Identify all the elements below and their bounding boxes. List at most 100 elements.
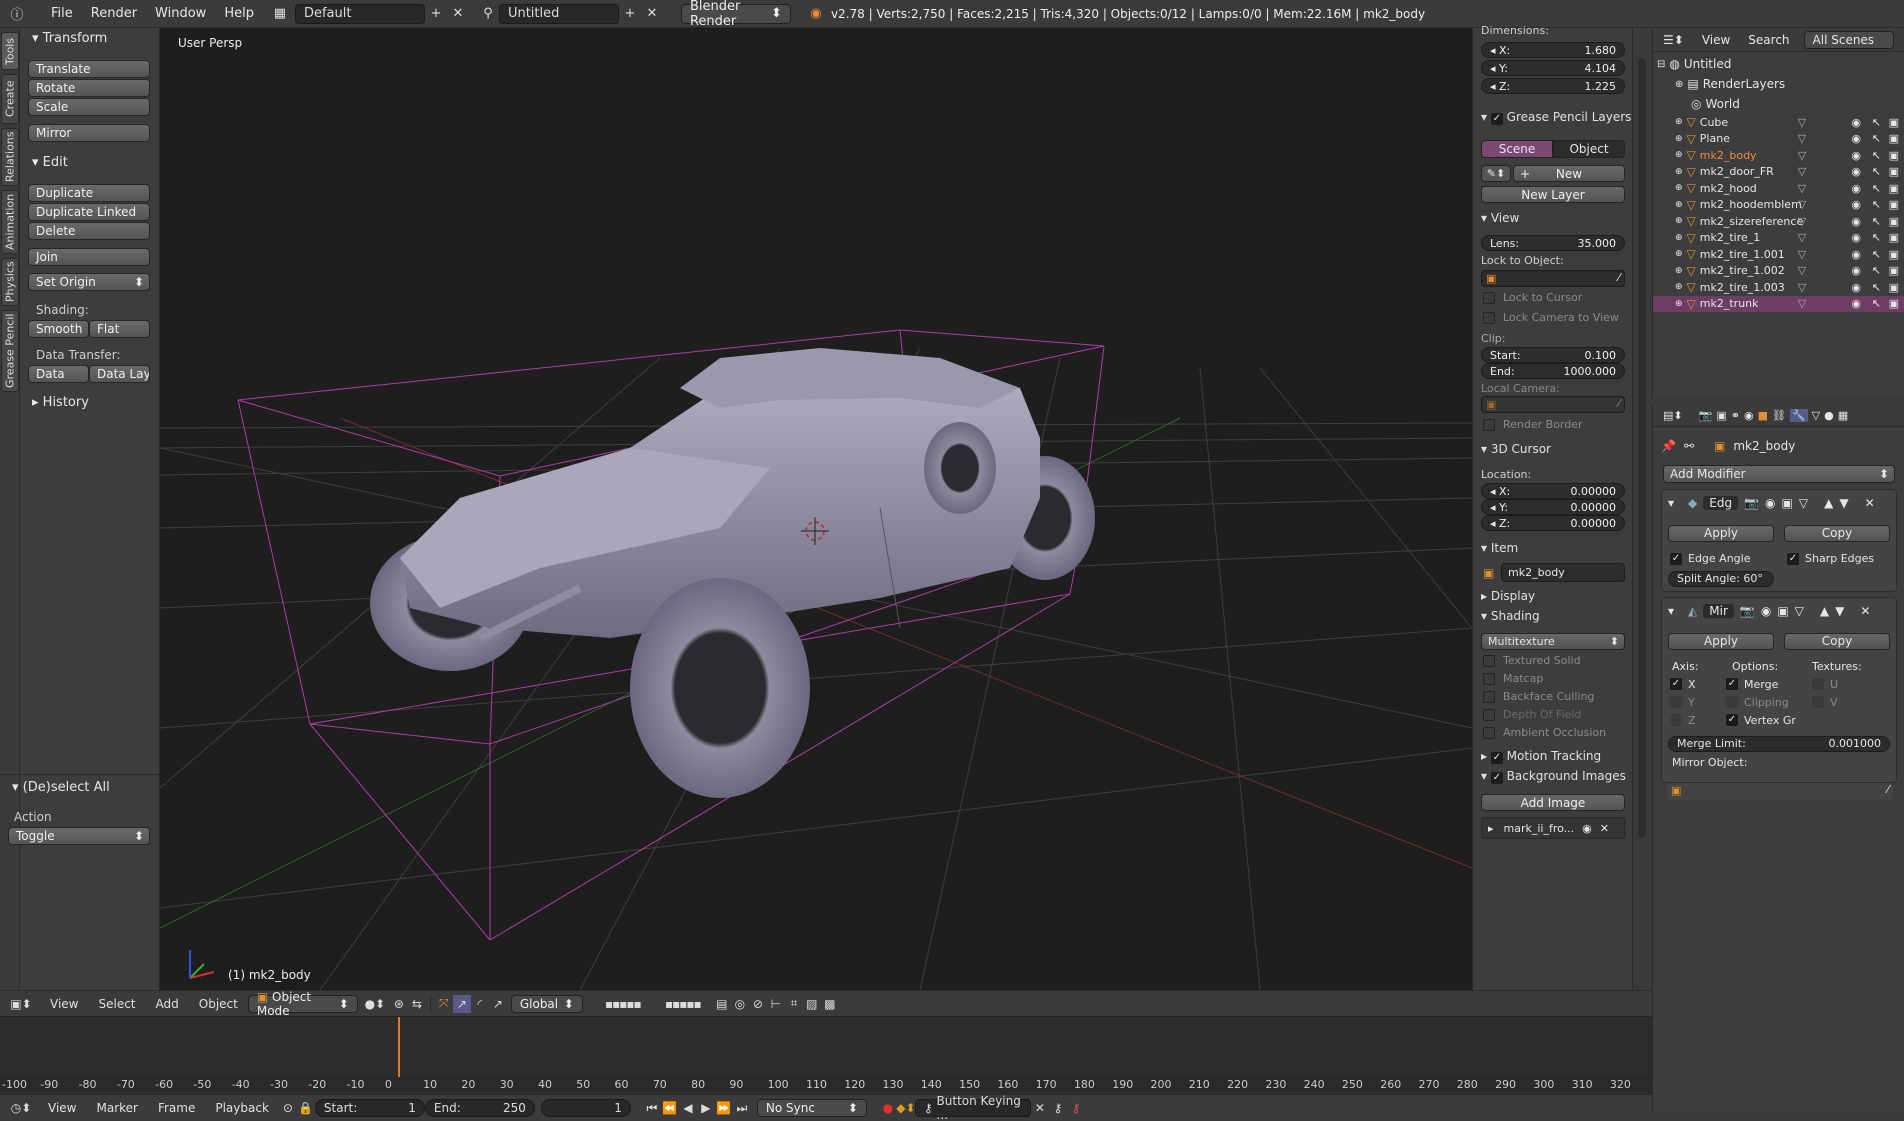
outliner-root-row[interactable]: ⊟ ◍ Untitled xyxy=(1653,54,1904,74)
timeline-view-menu[interactable]: View xyxy=(38,1101,86,1115)
tab-tools[interactable]: Tools xyxy=(1,32,19,70)
lock-to-cursor-checkbox[interactable] xyxy=(1483,292,1495,304)
selectable-cursor-icon[interactable]: ↖ xyxy=(1872,297,1881,310)
play-icon[interactable]: ▶ xyxy=(697,1099,715,1117)
editmode-toggle-icon[interactable]: ▣ xyxy=(1777,604,1788,618)
merge-option[interactable]: ✓ Merge xyxy=(1726,678,1778,691)
axis-x-option[interactable]: ✓ X xyxy=(1670,678,1696,691)
playback-menu[interactable]: Playback xyxy=(205,1101,279,1115)
world-tab-icon[interactable]: ◉ xyxy=(1744,409,1754,422)
expand-arrow-icon[interactable]: ▸ xyxy=(1488,822,1494,835)
renderable-camera-icon[interactable]: ▣ xyxy=(1889,165,1899,178)
modifier-name-field[interactable]: Mir xyxy=(1703,604,1734,618)
axis-z-option[interactable]: Z xyxy=(1670,714,1696,727)
expand-icon[interactable]: ⊕ xyxy=(1675,150,1683,160)
expand-icon[interactable]: ⊕ xyxy=(1675,200,1683,210)
menu-render[interactable]: Render xyxy=(82,6,146,21)
sharp-edges-option[interactable]: ✓ Sharp Edges xyxy=(1787,552,1874,565)
pencil-icon[interactable]: ✎⬍ xyxy=(1481,165,1511,182)
data-button[interactable]: Data xyxy=(28,365,89,383)
checkbox-checked-icon[interactable]: ✓ xyxy=(1490,772,1503,784)
history-section-header[interactable]: ▸ History xyxy=(32,395,89,410)
motion-tracking-header[interactable]: ▸ ✓ Motion Tracking xyxy=(1481,749,1601,764)
dimension-x-field[interactable]: ◂ X: 1.680 xyxy=(1481,42,1625,58)
visibility-eye-icon[interactable]: ◉ xyxy=(1851,215,1861,228)
close-icon[interactable]: ✕ xyxy=(1600,822,1609,835)
merge-limit-field[interactable]: Merge Limit: 0.001000 xyxy=(1668,736,1890,752)
viewport-shading-icon[interactable]: ●⬍ xyxy=(365,995,386,1013)
cursor-x-field[interactable]: ◂ X: 0.00000 xyxy=(1481,483,1625,499)
outliner-object-row[interactable]: ⊕ ▽ mk2_hood ▽ ◉ ↖ ▣ xyxy=(1653,180,1904,196)
remove-scene-icon[interactable]: ✕ xyxy=(641,4,663,24)
background-image-row[interactable]: ▸ mark_ii_fro... ◉ ✕ xyxy=(1481,817,1625,839)
expand-icon[interactable]: ⊕ xyxy=(1675,216,1683,226)
renderable-camera-icon[interactable]: ▣ xyxy=(1889,116,1899,129)
jump-end-icon[interactable]: ⏭ xyxy=(733,1099,751,1117)
expand-icon[interactable]: ⊕ xyxy=(1675,249,1683,259)
object-menu[interactable]: Object xyxy=(189,997,248,1011)
collapse-icon[interactable]: ⊟ xyxy=(1657,59,1665,70)
render-toggle-icon[interactable]: 📷 xyxy=(1740,604,1755,618)
shading-section-header[interactable]: ▾ Shading xyxy=(1481,609,1540,623)
scene-tab-icon[interactable]: ⚭ xyxy=(1731,409,1740,422)
layout-field[interactable]: Default xyxy=(294,3,425,24)
menu-file[interactable]: File xyxy=(42,6,82,21)
outliner-object-row[interactable]: ⊕ ▽ Cube ▽ ◉ ↖ ▣ xyxy=(1653,114,1904,130)
depth-of-field-checkbox[interactable] xyxy=(1483,709,1495,721)
outliner-object-row[interactable]: ⊕ ▽ mk2_tire_1.003 ▽ ◉ ↖ ▣ xyxy=(1653,279,1904,295)
end-frame-field[interactable]: End: 250 xyxy=(424,1099,535,1117)
renderable-camera-icon[interactable]: ▣ xyxy=(1889,248,1899,261)
clear-keying-icon[interactable]: ✕ xyxy=(1031,1099,1049,1117)
prev-keyframe-icon[interactable]: ⏪ xyxy=(661,1099,679,1117)
outliner-object-row[interactable]: ⊕ ▽ mk2_trunk ▽ ◉ ↖ ▣ xyxy=(1653,295,1904,312)
eyedropper-icon[interactable]: ⁄ xyxy=(1618,397,1620,410)
outliner-object-row[interactable]: ⊕ ▽ mk2_tire_1 ▽ ◉ ↖ ▣ xyxy=(1653,230,1904,246)
3d-cursor-section-header[interactable]: ▾ 3D Cursor xyxy=(1481,442,1551,456)
move-down-icon[interactable]: ▼ xyxy=(1839,496,1848,510)
duplicate-button[interactable]: Duplicate xyxy=(28,184,150,202)
expand-icon[interactable]: ⊕ xyxy=(1675,266,1683,276)
render-toggle-icon[interactable]: 📷 xyxy=(1744,496,1759,510)
selectable-cursor-icon[interactable]: ↖ xyxy=(1872,248,1881,261)
checkbox-icon[interactable] xyxy=(1726,696,1738,708)
collapse-arrow-icon[interactable]: ▾ xyxy=(1668,496,1674,510)
add-scene-icon[interactable]: + xyxy=(619,4,641,24)
visibility-eye-icon[interactable]: ◉ xyxy=(1851,297,1861,310)
jump-start-icon[interactable]: ⏮ xyxy=(643,1099,661,1117)
edge-angle-option[interactable]: ✓ Edge Angle xyxy=(1670,552,1750,565)
sync-dropdown[interactable]: No Sync ⬍ xyxy=(756,1099,867,1117)
pivot-icon[interactable]: ⊛ xyxy=(390,995,408,1013)
checkbox-icon[interactable] xyxy=(1812,696,1824,708)
remove-modifier-icon[interactable]: ✕ xyxy=(1865,496,1875,510)
rotate-manipulator-icon[interactable]: ↗ xyxy=(452,994,471,1013)
orientation-dropdown[interactable]: Global ⬍ xyxy=(510,994,583,1013)
clip-start-field[interactable]: Start: 0.100 xyxy=(1481,347,1625,363)
visibility-eye-icon[interactable]: ◉ xyxy=(1851,264,1861,277)
scale-button[interactable]: Scale xyxy=(28,98,150,116)
record-icon[interactable]: ● xyxy=(879,1099,897,1117)
cursor-y-field[interactable]: ◂ Y: 0.00000 xyxy=(1481,499,1625,515)
outliner-object-row[interactable]: ⊕ ▽ mk2_hoodemblem ▽ ◉ ↖ ▣ xyxy=(1653,197,1904,213)
apply-button[interactable]: Apply xyxy=(1668,525,1774,542)
insert-keyframe-icon[interactable]: ⚷ xyxy=(1049,1099,1067,1117)
checkbox-checked-icon[interactable]: ✓ xyxy=(1670,678,1682,690)
backface-culling-checkbox[interactable] xyxy=(1483,691,1495,703)
layers-tab-icon[interactable]: ▣ xyxy=(1716,409,1726,422)
visibility-eye-icon[interactable]: ◉ xyxy=(1851,116,1861,129)
renderable-camera-icon[interactable]: ▣ xyxy=(1889,281,1899,294)
visibility-eye-icon[interactable]: ◉ xyxy=(1851,132,1861,145)
add-menu[interactable]: Add xyxy=(146,997,189,1011)
expand-icon[interactable]: ⊕ xyxy=(1675,79,1683,90)
expand-icon[interactable]: ⊕ xyxy=(1675,134,1683,144)
selectable-cursor-icon[interactable]: ↖ xyxy=(1872,264,1881,277)
grease-pencil-header[interactable]: ▾ ✓ Grease Pencil Layers xyxy=(1481,110,1631,125)
material-tab-icon[interactable]: ● xyxy=(1824,409,1834,422)
editmode-toggle-icon[interactable]: ▣ xyxy=(1782,496,1793,510)
constraints-tab-icon[interactable]: ⛓ xyxy=(1772,409,1786,422)
vertex-groups-option[interactable]: ✓ Vertex Gr xyxy=(1726,714,1796,727)
renderable-camera-icon[interactable]: ▣ xyxy=(1889,264,1899,277)
item-section-header[interactable]: ▾ Item xyxy=(1481,541,1518,555)
visibility-eye-icon[interactable]: ◉ xyxy=(1851,281,1861,294)
delete-keyframe-icon[interactable]: ⚷ xyxy=(1067,1099,1085,1117)
snap-element-icon[interactable]: ⊢ xyxy=(767,995,785,1013)
